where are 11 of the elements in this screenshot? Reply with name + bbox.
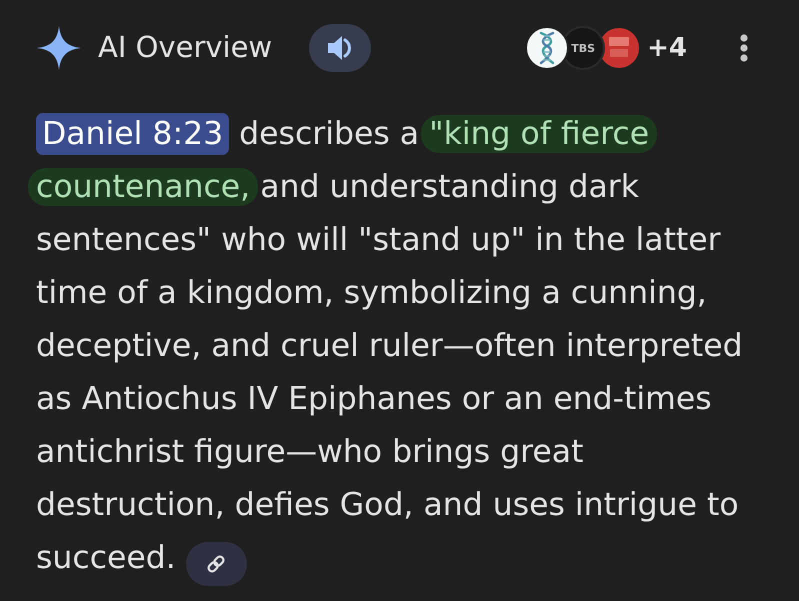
sparkle-icon bbox=[37, 26, 81, 70]
ai-overview-title: AI Overview bbox=[98, 29, 272, 66]
more-icon bbox=[740, 34, 748, 62]
link-button[interactable] bbox=[186, 542, 247, 586]
citation-link[interactable]: Daniel 8:23 bbox=[36, 113, 230, 155]
dna-icon bbox=[525, 26, 570, 70]
sources-button[interactable]: TBS +4 bbox=[525, 26, 687, 70]
listen-button[interactable] bbox=[309, 24, 372, 72]
answer-paragraph: Daniel 8:23 describes a "king of fierce countenance, and understanding dark sentences" who will "stand up" in the latter time of a kingdom, symbolizing a cunning, deceptive, and cruel ruler—often interpreted as Antiochus IV Epiphanes or an end-times antichrist figure—who brings great destruction, defies God, and uses intrigue to succeed. bbox=[26, 108, 770, 586]
speaker-icon bbox=[327, 35, 354, 61]
link-icon bbox=[206, 554, 226, 574]
